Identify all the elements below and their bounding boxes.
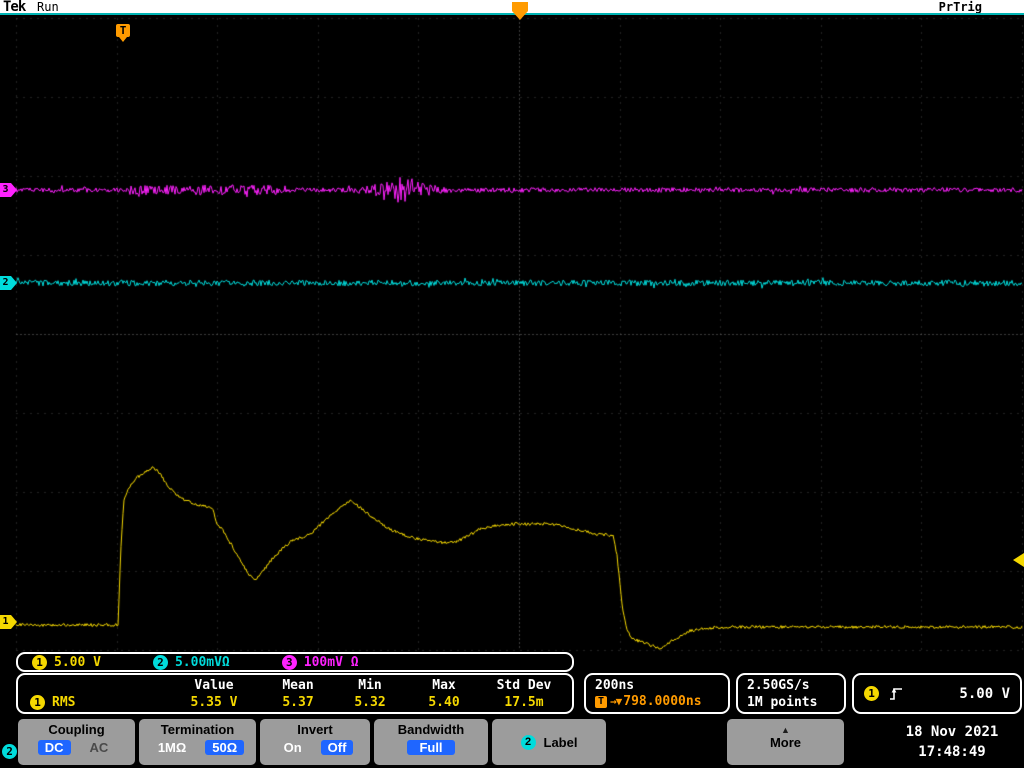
- ch2-scale-value: 5.00mVΩ: [175, 655, 230, 670]
- trigger-level-value: 5.00 V: [959, 686, 1010, 702]
- trigger-arrow-icon: →▼: [610, 694, 621, 710]
- coupling-ac-option[interactable]: AC: [83, 740, 116, 755]
- bandwidth-button[interactable]: Bandwidth Full: [374, 719, 488, 765]
- acquisition-readout: 2.50GS/s 1M points: [736, 673, 846, 714]
- invert-off-option[interactable]: Off: [321, 740, 354, 755]
- date-value: 18 Nov 2021: [892, 722, 1012, 742]
- measurement-stddev: 17.5m: [482, 694, 566, 711]
- timebase-readout: 200ns T →▼ 798.0000ns: [584, 673, 730, 714]
- trigger-position-readout: T →▼ 798.0000ns: [595, 694, 719, 710]
- ch2-badge[interactable]: 2: [153, 655, 168, 670]
- ch1-scale-value: 5.00 V: [54, 655, 101, 670]
- header-stddev: Std Dev: [482, 677, 566, 694]
- invert-on-option[interactable]: On: [277, 740, 309, 755]
- chevron-up-icon: ▲: [727, 725, 844, 735]
- ch3-scale-group: 3 100mV Ω: [282, 655, 359, 670]
- measurement-value: 5.35 V: [166, 694, 262, 711]
- coupling-label: Coupling: [18, 722, 135, 737]
- acquisition-status: Run: [37, 0, 59, 14]
- more-button-text: More: [770, 735, 801, 750]
- bandwidth-full-option[interactable]: Full: [407, 740, 454, 755]
- label-button-text: Label: [544, 735, 578, 750]
- measurement-name: RMS: [52, 694, 75, 711]
- invert-label: Invert: [260, 722, 370, 737]
- timebase-value: 200ns: [595, 677, 719, 694]
- active-channel-badge: 2: [2, 744, 17, 759]
- header-min: Min: [334, 677, 406, 694]
- channel-scale-readout: 1 5.00 V 2 5.00mVΩ 3 100mV Ω: [16, 652, 574, 672]
- ch1-badge[interactable]: 1: [32, 655, 47, 670]
- trigger-time-indicator[interactable]: T: [116, 24, 130, 37]
- ch2-ground-marker[interactable]: 2: [0, 276, 11, 290]
- measurement-min: 5.32: [334, 694, 406, 711]
- measurement-mean: 5.37: [262, 694, 334, 711]
- pretrig-label: PrTrig: [939, 0, 982, 14]
- termination-50-option[interactable]: 50Ω: [205, 740, 244, 755]
- ch3-badge[interactable]: 3: [282, 655, 297, 670]
- coupling-dc-option[interactable]: DC: [38, 740, 71, 755]
- ch1-scale-group: 1 5.00 V: [32, 655, 101, 670]
- ch1-ground-marker[interactable]: 1: [0, 615, 11, 629]
- header-value: Value: [166, 677, 262, 694]
- invert-button[interactable]: Invert On Off: [260, 719, 370, 765]
- trigger-readout: 1 5.00 V: [852, 673, 1022, 714]
- record-view-bar: [0, 13, 1024, 15]
- ch3-scale-value: 100mV Ω: [304, 655, 359, 670]
- time-value: 17:48:49: [892, 742, 1012, 762]
- termination-button[interactable]: Termination 1MΩ 50Ω: [139, 719, 256, 765]
- measurement-corner: [26, 677, 166, 694]
- datetime-readout: 18 Nov 2021 17:48:49: [892, 722, 1012, 762]
- termination-1m-option[interactable]: 1MΩ: [151, 740, 193, 755]
- ch2-scale-group: 2 5.00mVΩ: [153, 655, 230, 670]
- termination-label: Termination: [139, 722, 256, 737]
- measurement-readout: Value Mean Min Max Std Dev 1 RMS 5.35 V …: [16, 673, 574, 714]
- oscilloscope-screen: Tek Run PrTrig T 3 2 1 1 5.00 V 2 5.00mV…: [0, 0, 1024, 768]
- coupling-button[interactable]: Coupling DC AC: [18, 719, 135, 765]
- trigger-source-badge: 1: [864, 686, 879, 701]
- header-max: Max: [406, 677, 482, 694]
- trigger-position-value: 798.0000ns: [623, 694, 701, 710]
- measurement-source: 1 RMS: [26, 694, 166, 711]
- bandwidth-label: Bandwidth: [374, 722, 488, 737]
- rising-edge-icon: [888, 686, 904, 702]
- measurement-max: 5.40: [406, 694, 482, 711]
- record-length: 1M points: [747, 694, 835, 711]
- ch3-ground-marker[interactable]: 3: [0, 183, 11, 197]
- trigger-t-icon: T: [595, 696, 607, 708]
- label-button[interactable]: 2 Label: [492, 719, 606, 765]
- header-mean: Mean: [262, 677, 334, 694]
- more-button[interactable]: ▲ More: [727, 719, 844, 765]
- sample-rate: 2.50GS/s: [747, 677, 835, 694]
- measurement-ch-badge: 1: [30, 695, 45, 710]
- label-ch-badge: 2: [521, 735, 536, 750]
